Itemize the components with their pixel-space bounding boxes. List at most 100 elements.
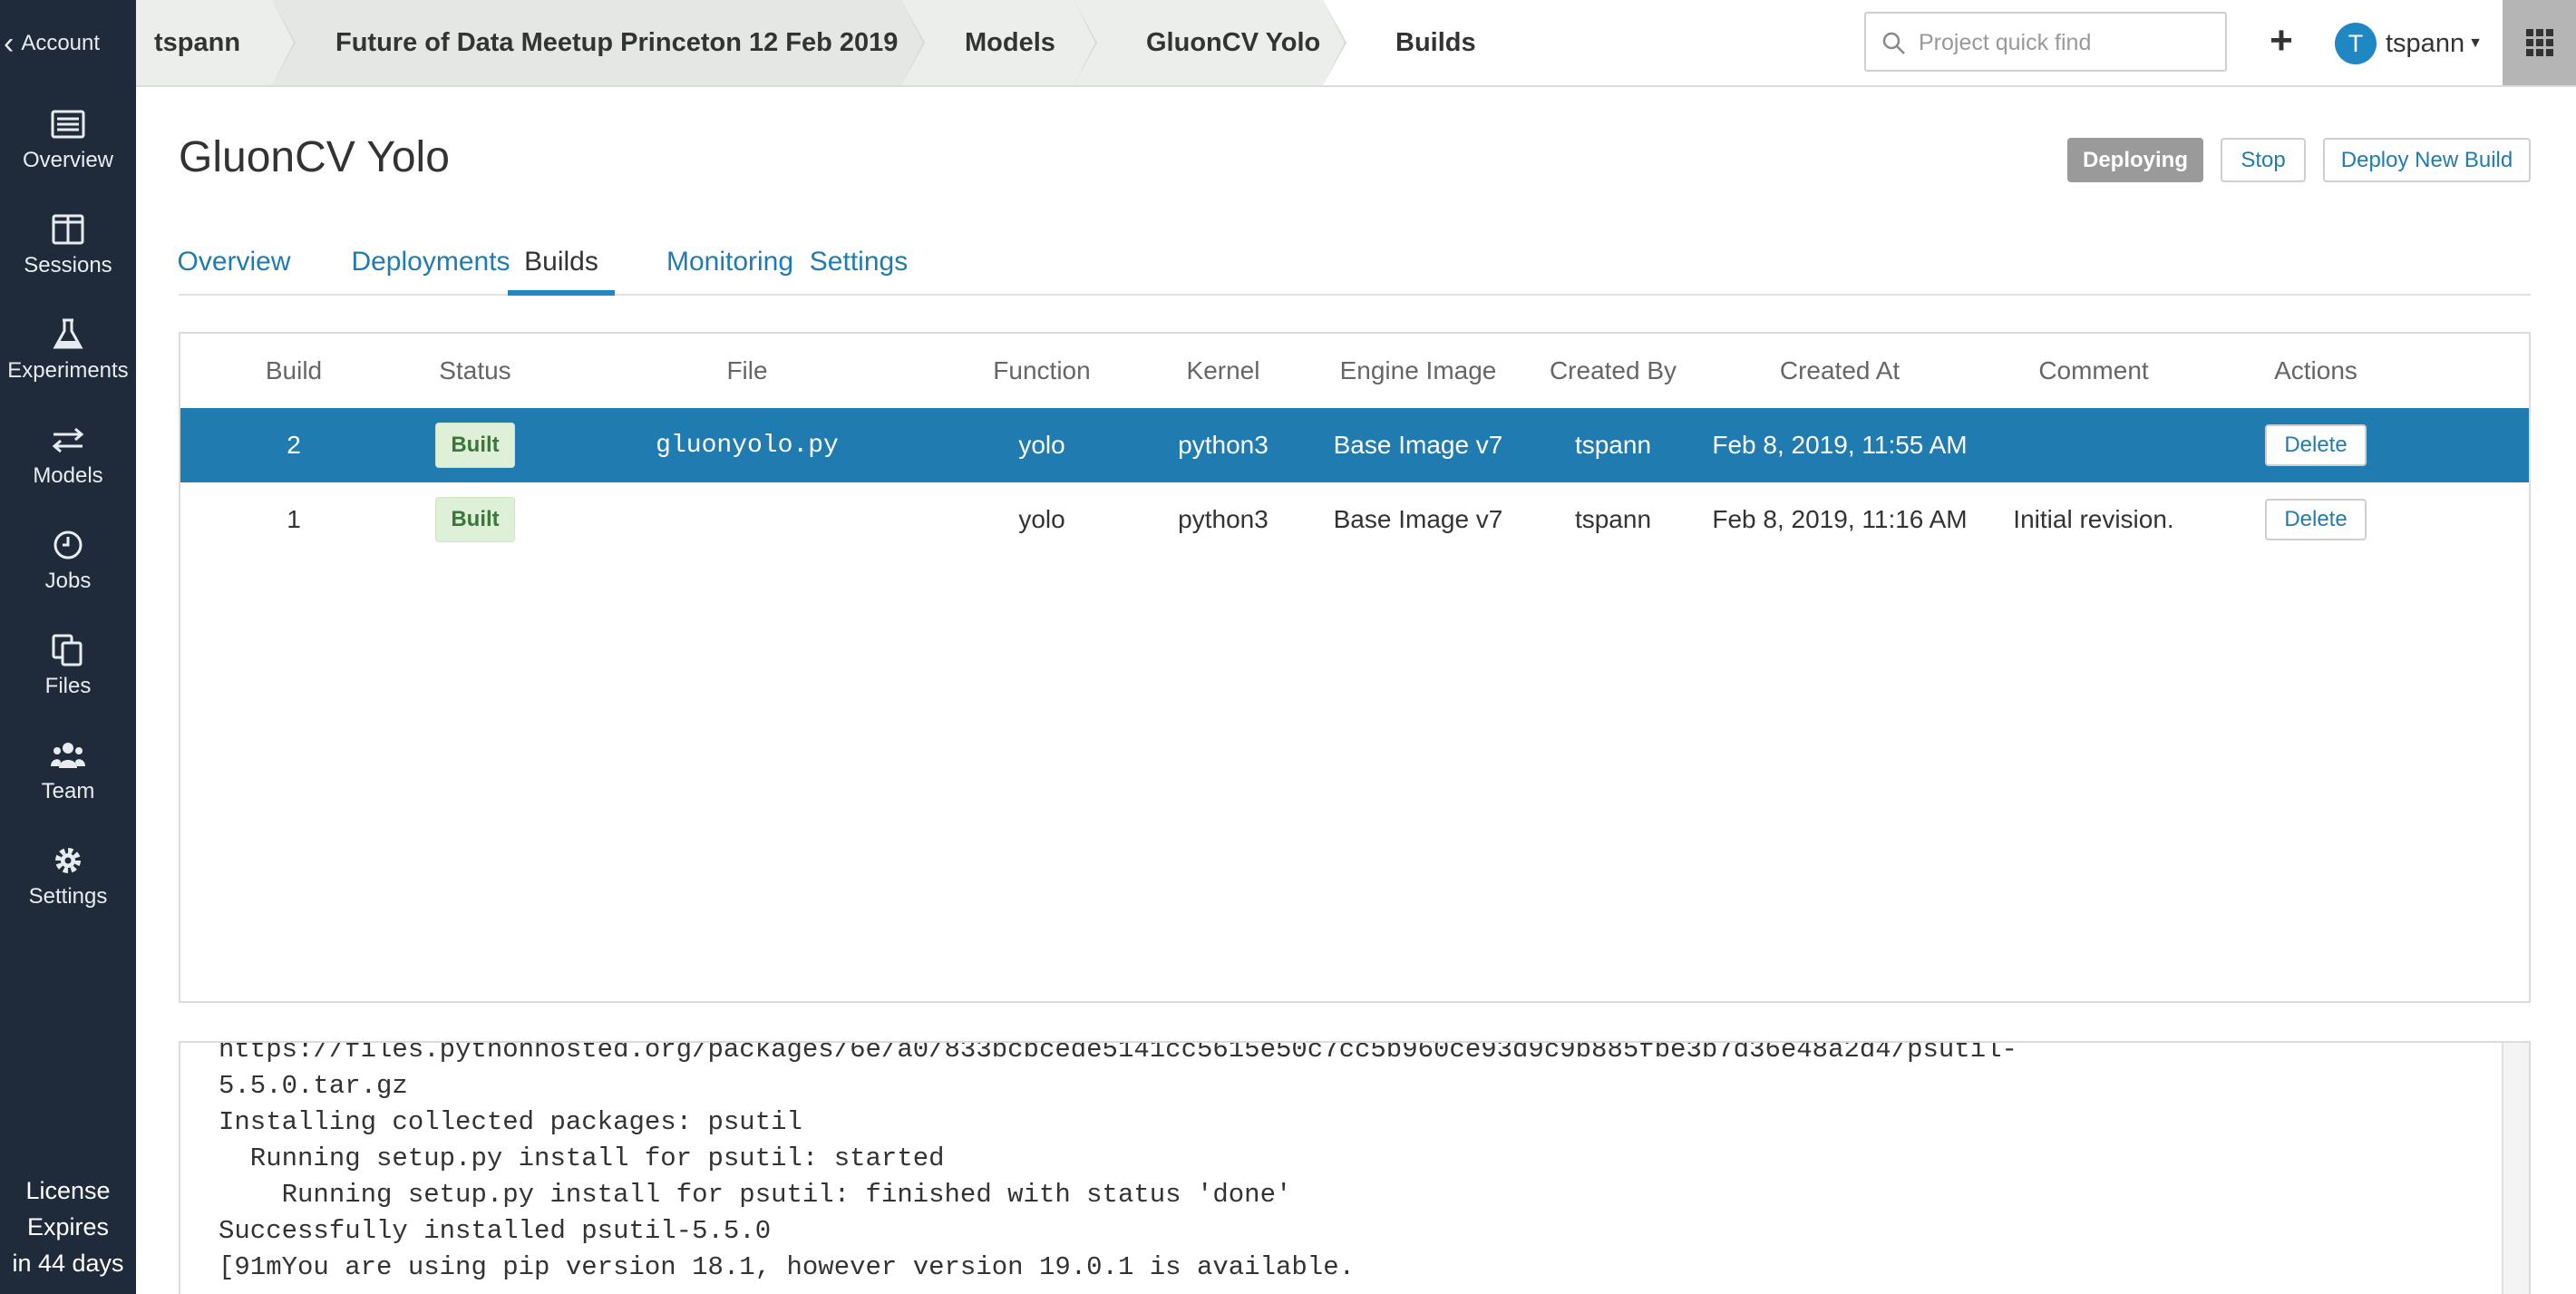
- sidebar-item-overview[interactable]: Overview: [0, 87, 136, 192]
- delete-build-button[interactable]: Delete: [2265, 424, 2367, 466]
- search-icon: [1882, 32, 1905, 54]
- avatar: T: [2335, 23, 2377, 64]
- header-kernel[interactable]: Kernel: [1132, 334, 1314, 408]
- sidebar-item-label: Settings: [28, 884, 108, 909]
- cell-engine-image: Base Image v7: [1333, 505, 1503, 533]
- sidebar-item-label: Jobs: [44, 569, 92, 593]
- breadcrumb-label: tspann: [154, 27, 241, 57]
- cell-status: Built: [407, 408, 543, 482]
- add-icon[interactable]: +: [2263, 18, 2299, 63]
- breadcrumb-label: GluonCV Yolo: [1146, 27, 1321, 57]
- arrows-icon: [52, 427, 84, 453]
- header-comment[interactable]: Comment: [1976, 334, 2211, 408]
- sidebar-item-files[interactable]: Files: [0, 613, 136, 718]
- account-label: Account: [21, 31, 101, 55]
- header-created-at[interactable]: Created At: [1704, 334, 1976, 408]
- breadcrumb-label: Builds: [1395, 27, 1476, 57]
- header-engine-image[interactable]: Engine Image: [1314, 334, 1522, 408]
- sidebar-item-label: Experiments: [7, 358, 129, 383]
- sidebar-item-team[interactable]: Team: [0, 718, 136, 823]
- sidebar-item-label: Overview: [22, 148, 114, 172]
- log-line: Installing collected packages: psutil: [219, 1107, 802, 1137]
- breadcrumb-label: Models: [965, 27, 1055, 57]
- sidebar-item-jobs[interactable]: Jobs: [0, 508, 136, 613]
- delete-build-button[interactable]: Delete: [2265, 499, 2367, 540]
- sidebar-item-label: Sessions: [24, 253, 112, 277]
- caret-down-icon: ▼: [2468, 35, 2483, 51]
- cell-kernel: python3: [1178, 431, 1269, 459]
- table-header: Build Status File Function Kernel Engine…: [180, 334, 2529, 408]
- tab-settings[interactable]: Settings: [802, 238, 915, 296]
- log-scrollbar[interactable]: [2502, 1043, 2529, 1294]
- cell-function: yolo: [1018, 505, 1065, 533]
- sidebar-item-settings[interactable]: Settings: [0, 823, 136, 929]
- header-actions: Actions: [2274, 356, 2357, 384]
- cell-file: gluonyolo.py: [656, 431, 839, 460]
- log-lines: https://files.pythonhosted.org/packages/…: [219, 1043, 2017, 1286]
- account-link[interactable]: ‹ Account: [0, 0, 136, 87]
- log-line: Successfully installed psutil-5.5.0: [219, 1216, 772, 1246]
- license-line: License: [25, 1177, 111, 1204]
- cell-created-by: tspann: [1574, 431, 1652, 459]
- license-notice: License Expires in 44 days: [0, 1172, 136, 1281]
- table-row[interactable]: 2 Built gluonyolo.py yolo python3 Base I…: [180, 408, 2529, 482]
- cell-actions: Delete: [2211, 482, 2420, 557]
- username: tspann: [2386, 28, 2465, 58]
- cell-status: Built: [407, 482, 543, 557]
- files-icon: [52, 634, 83, 666]
- tab-overview[interactable]: Overview: [177, 238, 290, 296]
- stop-button[interactable]: Stop: [2221, 138, 2306, 182]
- list-icon: [51, 110, 85, 139]
- sidebar: ‹ Account Overview Sessions Experiments: [0, 0, 136, 1294]
- sidebar-item-label: Team: [41, 779, 95, 803]
- user-menu[interactable]: T tspann ▼: [2335, 23, 2483, 64]
- deploy-new-build-button[interactable]: Deploy New Build: [2323, 138, 2531, 182]
- table-row[interactable]: 1 Built yolo python3 Base Image v7 tspan…: [180, 482, 2529, 557]
- breadcrumb-project[interactable]: Future of Data Meetup Princeton 12 Feb 2…: [272, 0, 925, 85]
- cell-comment: [1976, 408, 2211, 482]
- builds-table: Build Status File Function Kernel Engine…: [179, 332, 2531, 1003]
- breadcrumb-user[interactable]: tspann: [136, 0, 296, 85]
- license-line: Expires: [26, 1213, 110, 1240]
- breadcrumb-models[interactable]: Models: [901, 0, 1097, 85]
- sidebar-item-sessions[interactable]: Sessions: [0, 192, 136, 297]
- breadcrumb-model[interactable]: GluonCV Yolo: [1074, 0, 1346, 85]
- breadcrumb: tspann Future of Data Meetup Princeton 1…: [136, 0, 1559, 85]
- cell-created-at: Feb 8, 2019, 11:16 AM: [1712, 505, 1968, 533]
- header-function[interactable]: Function: [951, 334, 1132, 408]
- deploying-status-button[interactable]: Deploying: [2067, 138, 2203, 182]
- flask-icon: [53, 318, 83, 349]
- cell-function: yolo: [1018, 431, 1065, 459]
- build-log[interactable]: https://files.pythonhosted.org/packages/…: [179, 1041, 2531, 1294]
- cell-build: 2: [287, 431, 301, 459]
- license-line: in 44 days: [12, 1250, 124, 1277]
- breadcrumb-builds: Builds: [1323, 0, 1559, 85]
- tab-deployments[interactable]: Deployments: [326, 238, 536, 296]
- tab-monitoring[interactable]: Monitoring: [639, 238, 821, 296]
- search-input[interactable]: [1919, 23, 2209, 63]
- log-line: [91mYou are using pip version 18.1, howe…: [219, 1252, 1356, 1282]
- sidebar-item-label: Files: [44, 674, 92, 698]
- cell-created-by: tspann: [1574, 505, 1652, 533]
- clock-icon: [53, 530, 83, 559]
- tab-bar: Overview Deployments Builds Monitoring S…: [177, 238, 2531, 296]
- cell-comment: Initial revision.: [2013, 505, 2174, 533]
- tab-builds[interactable]: Builds: [508, 238, 615, 296]
- sidebar-item-experiments[interactable]: Experiments: [0, 297, 136, 403]
- cell-created-at: Feb 8, 2019, 11:55 AM: [1712, 431, 1968, 459]
- gear-icon: [55, 848, 81, 873]
- top-bar: tspann Future of Data Meetup Princeton 1…: [136, 0, 2576, 87]
- breadcrumb-label: Future of Data Meetup Princeton 12 Feb 2…: [335, 27, 899, 57]
- cell-build: 1: [287, 505, 301, 533]
- log-line: Running setup.py install for psutil: fin…: [219, 1180, 1292, 1210]
- grid-icon: [2525, 29, 2553, 56]
- status-badge: Built: [435, 423, 515, 468]
- header-created-by[interactable]: Created By: [1522, 334, 1704, 408]
- cell-engine-image: Base Image v7: [1333, 431, 1503, 459]
- header-status[interactable]: Status: [407, 334, 543, 408]
- header-file[interactable]: File: [543, 334, 951, 408]
- apps-grid-button[interactable]: [2503, 0, 2576, 85]
- sidebar-item-label: Models: [33, 463, 103, 488]
- header-build[interactable]: Build: [180, 334, 407, 408]
- sidebar-item-models[interactable]: Models: [0, 403, 136, 508]
